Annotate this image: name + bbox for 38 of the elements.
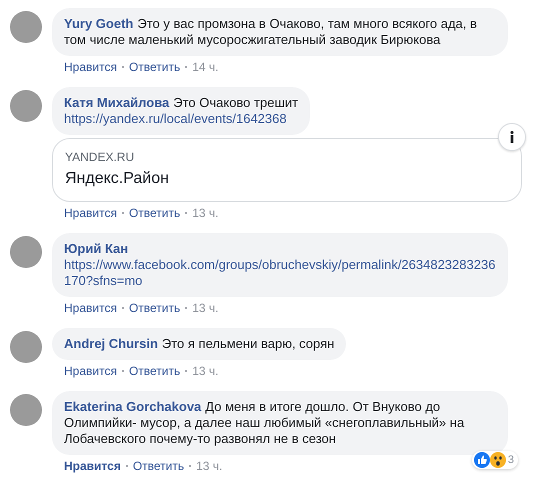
timestamp: 13 ч. (196, 458, 222, 474)
author-link[interactable]: Ekaterina Gorchakova (64, 399, 202, 414)
like-link[interactable]: Нравится (64, 363, 117, 379)
avatar[interactable] (10, 331, 42, 363)
avatar[interactable] (10, 394, 42, 426)
reply-link[interactable]: Ответить (128, 205, 180, 221)
thumbs-up-icon (474, 452, 490, 468)
info-icon (510, 131, 514, 143)
author-link[interactable]: Катя Михайлова (64, 95, 170, 110)
reply-link[interactable]: Ответить (128, 300, 180, 316)
comment-text: Yury Goeth Это у вас промзона в Очаково, там много всякого ада, в том числе маленький мусоросжигательный заводик Бирюкова (64, 16, 478, 48)
like-link[interactable]: Нравится (64, 458, 121, 474)
reply-link[interactable]: Ответить (128, 363, 180, 379)
like-link[interactable]: Нравится (64, 205, 117, 221)
url-link[interactable]: https://www.facebook.com/groups/obruchevskiy/permalink/2634823283236170?sfns=mo (64, 257, 496, 289)
reply-link[interactable]: Ответить (132, 458, 184, 474)
like-link[interactable]: Нравится (64, 300, 117, 316)
author-link[interactable]: Юрий Кан (64, 241, 128, 256)
reply-link[interactable]: Ответить (128, 59, 180, 75)
timestamp: 13 ч. (192, 363, 219, 379)
preview-title: Яндекс.Район (65, 169, 170, 189)
info-button[interactable] (498, 123, 526, 151)
surprised-face-icon (490, 452, 506, 468)
comment-text: Катя Михайлова Это Очаково трешит (64, 95, 298, 111)
preview-domain: YANDEX.RU (65, 149, 136, 165)
comment-text: Andrej Chursin Это я пельмени варю, сорян (64, 336, 334, 352)
timestamp: 13 ч. (192, 205, 219, 221)
author-link[interactable]: Yury Goeth (64, 16, 134, 31)
avatar[interactable] (10, 90, 42, 122)
author-link[interactable]: Andrej Chursin (64, 336, 158, 351)
avatar[interactable] (10, 236, 42, 268)
avatar[interactable] (10, 11, 42, 43)
comment-text: Ekaterina Gorchakova До меня в итоге дошло. От Внуково до Олимпийки- мусор, а далее наш любимый «снегоплавильный» на Лобачевского почему-то развонял не в сезон (64, 399, 466, 447)
url-link[interactable]: https://yandex.ru/local/events/1642368 (64, 111, 298, 127)
like-link[interactable]: Нравится (64, 59, 117, 75)
timestamp: 14 ч. (192, 59, 219, 75)
timestamp: 13 ч. (192, 300, 219, 316)
link-preview-card[interactable]: YANDEX.RU Яндекс.Район (52, 138, 522, 202)
